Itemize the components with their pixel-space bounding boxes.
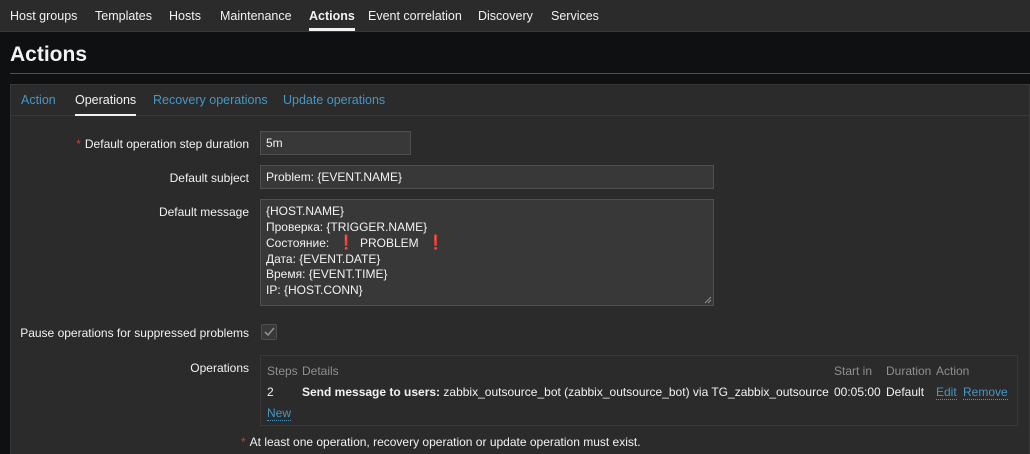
tab-operations[interactable]: Operations: [75, 85, 137, 116]
top-navigation: Host groups Templates Hosts Maintenance …: [0, 0, 1030, 32]
nav-templates[interactable]: Templates: [95, 0, 152, 32]
state-word: PROBLEM: [360, 236, 419, 250]
message-textarea[interactable]: {HOST.NAME} Проверка: {TRIGGER.NAME} Сос…: [260, 199, 714, 306]
nav-actions[interactable]: Actions: [309, 0, 355, 32]
column-start-in: Start in: [834, 364, 873, 378]
subject-input[interactable]: [260, 165, 714, 189]
state-prefix: Состояние:: [266, 236, 330, 250]
exclamation-icon: ❗: [337, 234, 355, 250]
step-duration-input[interactable]: [260, 131, 411, 155]
row-start-in: 00:05:00: [834, 385, 881, 399]
required-mark: *: [241, 435, 246, 449]
checkmark-icon: [264, 327, 275, 337]
tab-action[interactable]: Action: [21, 85, 56, 116]
step-duration-label: * Default operation step duration: [76, 137, 249, 151]
message-line-time: Время: {EVENT.TIME}: [266, 267, 388, 281]
column-duration: Duration: [886, 364, 932, 378]
message-line-host: {HOST.NAME}: [266, 204, 345, 218]
nav-discovery[interactable]: Discovery: [478, 0, 533, 32]
subject-label: Default subject: [169, 171, 249, 185]
tab-bar: Action Operations Recovery operations Up…: [11, 85, 1029, 116]
title-divider: [10, 73, 1030, 74]
column-action: Action: [936, 364, 970, 378]
message-line-date: Дата: {EVENT.DATE}: [266, 251, 381, 266]
message-line-ip: IP: {HOST.CONN}: [266, 282, 363, 297]
tab-recovery-operations[interactable]: Recovery operations: [153, 85, 268, 116]
remove-link[interactable]: Remove: [963, 385, 1008, 400]
details-bold: Send message to users:: [302, 385, 441, 399]
edit-link[interactable]: Edit: [936, 385, 957, 400]
action-form-card: Action Operations Recovery operations Up…: [10, 84, 1030, 454]
message-line-trigger: Проверка: {TRIGGER.NAME}: [266, 219, 428, 234]
step-duration-label-text: Default operation step duration: [84, 137, 249, 151]
nav-hosts[interactable]: Hosts: [169, 0, 201, 32]
column-steps: Steps: [267, 364, 298, 378]
required-footnote: * At least one operation, recovery operat…: [241, 435, 641, 449]
row-steps: 2: [267, 385, 274, 399]
message-line-state: Состояние: ❗ PROBLEM ❗: [266, 234, 708, 252]
nav-host-groups[interactable]: Host groups: [10, 0, 77, 32]
operations-label: Operations: [190, 361, 249, 375]
operations-table: Steps Details Start in Duration Action 2…: [260, 355, 1018, 426]
page-title: Actions: [10, 43, 88, 66]
resize-handle-icon[interactable]: [704, 296, 712, 304]
nav-maintenance[interactable]: Maintenance: [220, 0, 292, 32]
row-duration: Default: [886, 385, 925, 399]
required-mark: *: [76, 137, 81, 151]
tab-update-operations[interactable]: Update operations: [283, 85, 385, 116]
nav-services[interactable]: Services: [551, 0, 599, 32]
row-details: Send message to users: zabbix_outsource_…: [302, 385, 829, 399]
new-operation-link[interactable]: New: [267, 406, 292, 421]
footnote-text: At least one operation, recovery operati…: [249, 435, 641, 449]
details-rest: zabbix_outsource_bot (zabbix_outsource_b…: [443, 385, 829, 399]
pause-suppressed-checkbox[interactable]: [261, 324, 277, 340]
pause-suppressed-label: Pause operations for suppressed problems: [20, 326, 249, 340]
message-label: Default message: [158, 205, 249, 219]
exclamation-icon: ❗: [427, 234, 445, 250]
column-details: Details: [302, 364, 339, 378]
nav-event-correlation[interactable]: Event correlation: [368, 0, 462, 32]
